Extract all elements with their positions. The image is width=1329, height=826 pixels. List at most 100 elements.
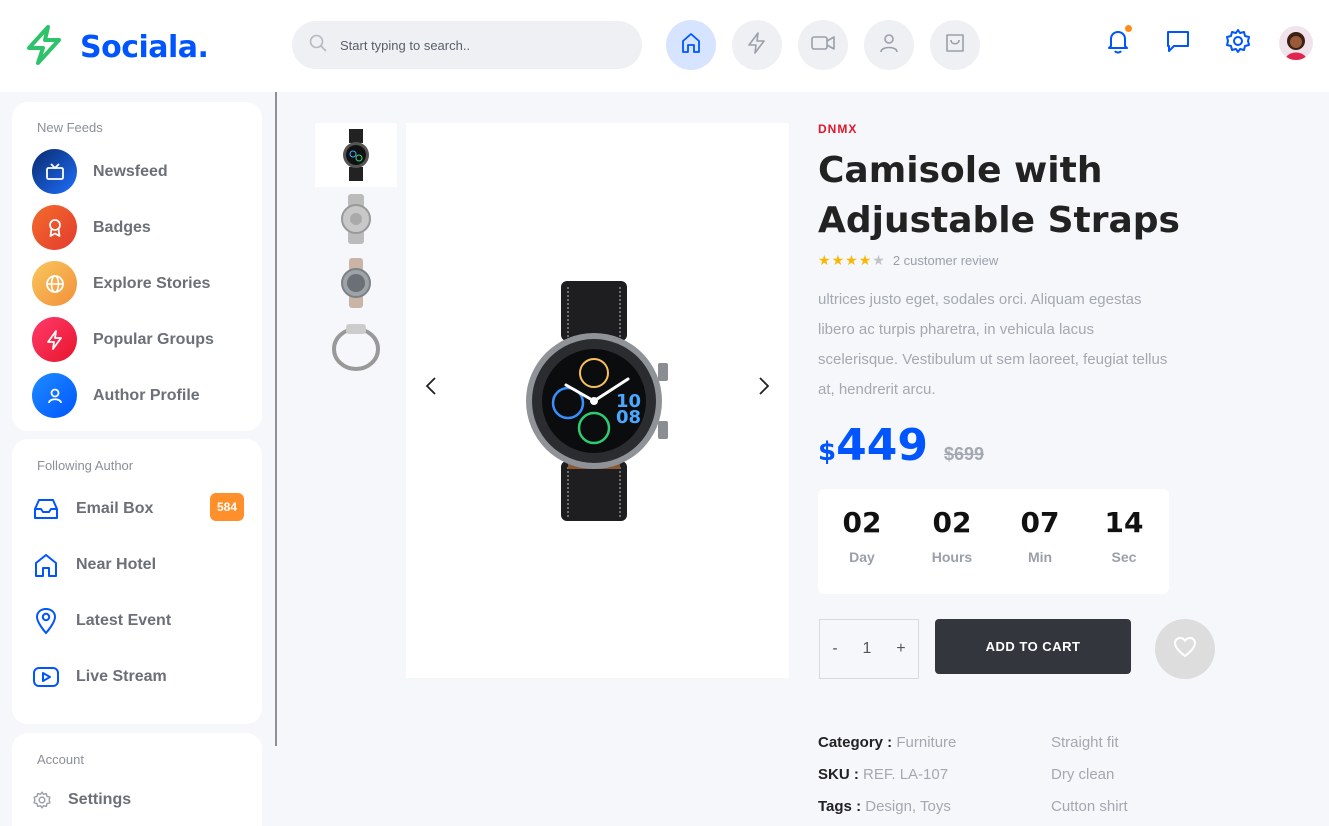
countdown-sec: 14 Sec (1084, 503, 1164, 565)
award-icon (32, 205, 77, 250)
sidebar-item-badges[interactable]: Badges (32, 205, 151, 250)
meta-label: Category : (818, 734, 893, 751)
countdown-value: 14 (1104, 506, 1144, 539)
gear-icon (1224, 27, 1252, 60)
feature-item: Dry clean (1051, 766, 1115, 783)
notification-dot (1125, 25, 1132, 32)
meta-label: SKU : (818, 766, 859, 783)
product-sku: SKU : REF. LA-107 (818, 766, 948, 783)
add-to-cart-button[interactable]: ADD TO CART (935, 619, 1131, 674)
nav-feed-button[interactable] (732, 20, 782, 70)
sidebar-item-label: Near Hotel (76, 556, 157, 573)
sidebar-item-popular-groups[interactable]: Popular Groups (32, 317, 214, 362)
sidebar-item-email-box[interactable]: Email Box 584 (32, 493, 244, 523)
feature-item: Straight fit (1051, 734, 1119, 751)
countdown-value: 02 (932, 506, 972, 539)
sku-value: REF. LA-107 (863, 766, 949, 783)
countdown-min: 07 Min (1000, 503, 1080, 565)
sidebar-item-label: Badges (93, 218, 151, 236)
product-thumbnail[interactable] (315, 315, 397, 379)
account-card: Account Settings (12, 733, 262, 826)
lightning-logo-icon (24, 24, 64, 71)
chat-icon (1164, 27, 1192, 60)
chevron-left-icon (425, 376, 437, 401)
email-count-badge: 584 (209, 493, 244, 521)
product-thumbnail[interactable] (315, 187, 397, 251)
logo[interactable]: Sociala. (24, 24, 209, 71)
product-thumbnail[interactable] (315, 123, 397, 187)
countdown-label: Day (849, 549, 875, 565)
countdown-value: 07 (1020, 506, 1060, 539)
star-icon: ★ (858, 252, 872, 268)
quantity-increase-button[interactable]: + (896, 640, 905, 658)
sidebar-item-label: Explore Stories (93, 274, 211, 292)
nav-profile-button[interactable] (864, 20, 914, 70)
product-title: Camisole with Adjustable Straps (818, 150, 1180, 241)
current-price: 449 (836, 420, 928, 471)
product-thumbnail[interactable] (315, 251, 397, 315)
notifications-button[interactable] (1103, 25, 1133, 58)
sidebar-item-label: Latest Event (76, 612, 172, 629)
gear-icon (32, 786, 52, 814)
search-input[interactable] (340, 37, 620, 53)
countdown-label: Sec (1111, 549, 1137, 565)
messages-button[interactable] (1163, 28, 1193, 58)
wishlist-button[interactable] (1155, 619, 1215, 679)
prev-image-button[interactable] (421, 376, 441, 400)
star-icon: ★ (831, 252, 845, 268)
sidebar-item-author-profile[interactable]: Author Profile (32, 373, 200, 418)
countdown-hours: 02 Hours (912, 503, 992, 565)
category-value[interactable]: Furniture (896, 734, 956, 751)
tags-value[interactable]: Design, Toys (865, 798, 951, 815)
thumbnail-strip (315, 123, 397, 379)
product-rating: ★ ★ ★ ★ ★ 2 customer review (818, 252, 998, 268)
lightning-icon (32, 317, 77, 362)
search-bar (292, 21, 642, 69)
chevron-right-icon (758, 376, 770, 401)
sidebar-item-label: Live Stream (76, 668, 167, 685)
account-title: Account (37, 752, 84, 767)
nav-home-button[interactable] (666, 20, 716, 70)
sidebar-item-latest-event[interactable]: Latest Event (32, 607, 244, 635)
product-tags: Tags : Design, Toys (818, 798, 951, 815)
countdown-value: 02 (842, 506, 882, 539)
tv-icon (32, 149, 77, 194)
next-image-button[interactable] (754, 376, 774, 400)
top-header: Sociala. (0, 0, 1329, 92)
video-icon (810, 31, 836, 60)
review-count[interactable]: 2 customer review (893, 253, 998, 268)
sidebar-item-near-hotel[interactable]: Near Hotel (32, 551, 244, 579)
sidebar-item-newsfeed[interactable]: Newsfeed (32, 149, 168, 194)
home-icon (32, 551, 60, 579)
map-pin-icon (32, 607, 60, 635)
product-main-image: 10 08 (406, 123, 789, 678)
countdown-label: Min (1027, 549, 1053, 565)
quantity-decrease-button[interactable]: - (832, 640, 837, 658)
inbox-icon (32, 495, 60, 523)
sidebar-item-settings[interactable]: Settings (32, 786, 244, 814)
heart-icon (1173, 636, 1197, 663)
following-author-title: Following Author (37, 458, 134, 473)
countdown-timer: 02 Day 02 Hours 07 Min 14 Sec (818, 489, 1169, 594)
app-name: Sociala. (80, 30, 209, 65)
new-feeds-title: New Feeds (37, 120, 103, 135)
old-price: $699 (943, 444, 984, 464)
sidebar-item-explore-stories[interactable]: Explore Stories (32, 261, 210, 306)
youtube-icon (32, 663, 60, 691)
user-icon (32, 373, 77, 418)
sidebar-item-label: Popular Groups (93, 330, 214, 348)
star-icon: ★ (845, 252, 858, 268)
nav-shop-button[interactable] (930, 20, 980, 70)
new-feeds-card: New Feeds Newsfeed Badges Explore Storie… (12, 102, 262, 431)
quantity-value[interactable]: 1 (863, 640, 872, 658)
settings-button[interactable] (1223, 28, 1253, 58)
watch-image: 10 08 (526, 281, 668, 521)
product-category: Category : Furniture (818, 734, 956, 751)
svg-text:08: 08 (616, 407, 641, 428)
user-avatar[interactable] (1279, 26, 1313, 60)
user-icon (877, 31, 901, 60)
currency-symbol: $ (818, 437, 837, 467)
sidebar-item-live-stream[interactable]: Live Stream (32, 663, 244, 691)
nav-video-button[interactable] (798, 20, 848, 70)
product-description: ultrices justo eget, sodales orci. Aliqu… (818, 291, 1168, 398)
